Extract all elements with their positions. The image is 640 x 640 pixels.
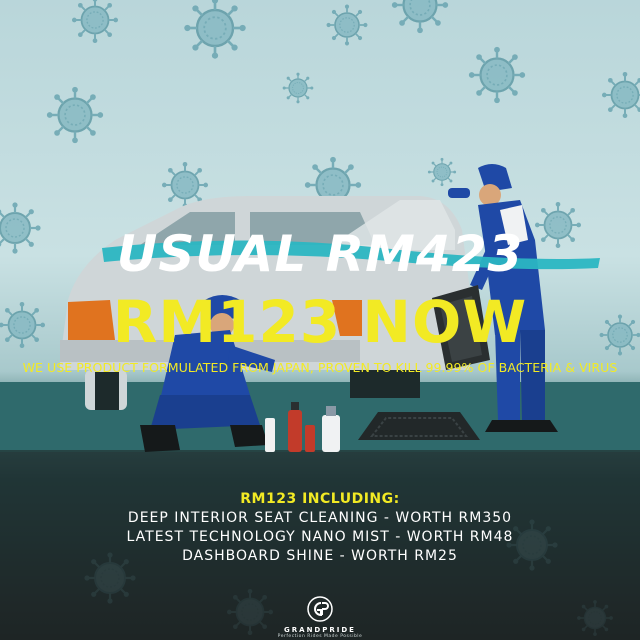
virus-icon bbox=[281, 71, 315, 105]
list-item: LATEST TECHNOLOGY NANO MIST - WORTH RM48 bbox=[126, 529, 514, 545]
includes-list: DEEP INTERIOR SEAT CLEANING - WORTH RM35… bbox=[0, 509, 640, 566]
virus-icon bbox=[45, 85, 105, 145]
promo-poster: USUAL RM423 RM123 NOW WE USE PRODUCT FOR… bbox=[0, 0, 640, 640]
brand-logo: GRANDPRIDE Perfection Rides Made Possibl… bbox=[240, 596, 400, 639]
virus-icon bbox=[467, 45, 527, 105]
list-item: DASHBOARD SHINE - WORTH RM25 bbox=[182, 548, 458, 564]
product-tagline: WE USE PRODUCT FORMULATED FROM JAPAN, PR… bbox=[22, 360, 618, 375]
brand-tagline: Perfection Rides Made Possible bbox=[277, 634, 363, 639]
gp-logo-icon bbox=[307, 596, 333, 622]
includes-title: RM123 INCLUDING: bbox=[240, 491, 400, 507]
virus-icon bbox=[182, 0, 248, 61]
virus-icon bbox=[390, 0, 450, 35]
virus-icon bbox=[427, 157, 457, 187]
package-includes: RM123 INCLUDING: DEEP INTERIOR SEAT CLEA… bbox=[0, 491, 640, 566]
floor-mat-illustration bbox=[358, 412, 480, 440]
list-item: DEEP INTERIOR SEAT CLEANING - WORTH RM35… bbox=[127, 510, 513, 526]
old-price-headline: USUAL RM423 bbox=[116, 225, 524, 283]
virus-icon bbox=[325, 3, 369, 47]
virus-icon bbox=[600, 70, 640, 120]
brand-name: GRANDPRIDE bbox=[284, 626, 356, 634]
new-price-headline: RM123 NOW bbox=[112, 288, 528, 356]
virus-icon bbox=[70, 0, 120, 45]
